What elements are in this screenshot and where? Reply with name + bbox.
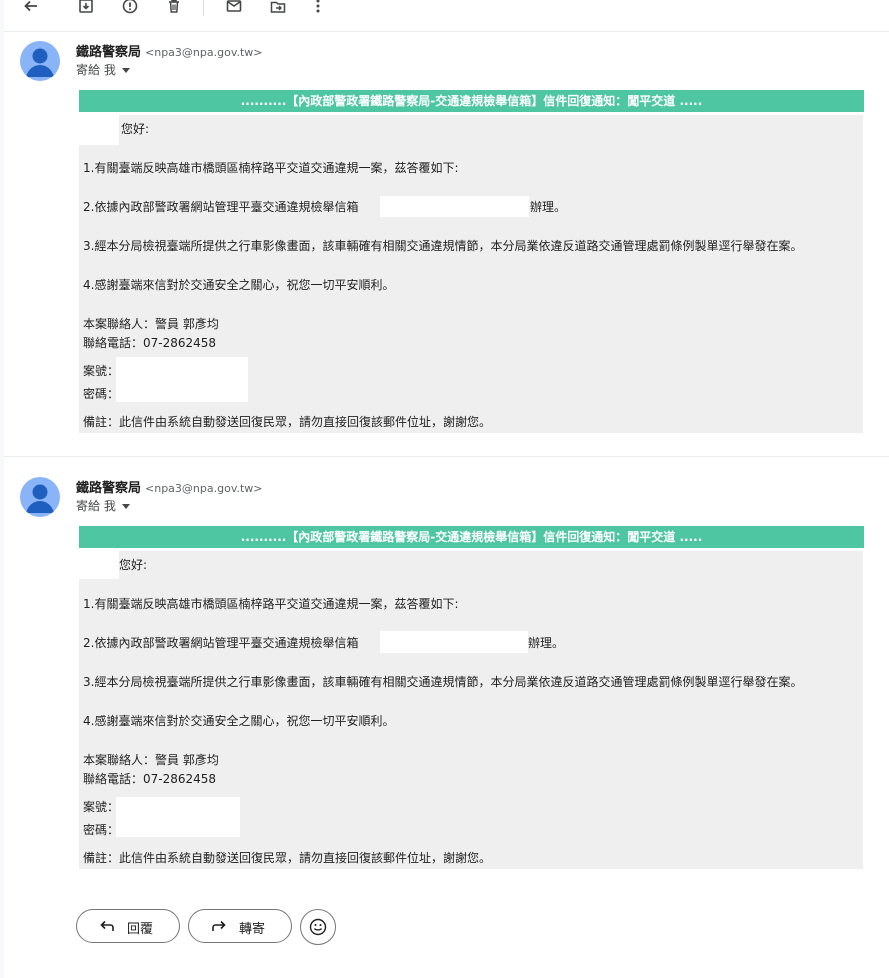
toolbar-separator [203,0,204,16]
reply-label: 回覆 [127,922,154,937]
redacted-name [79,115,119,145]
paragraph-3: 3.經本分局檢視臺端所提供之行車影像畫面，該車輛確有相關交通違規情節，本分局業依… [83,675,803,689]
paragraph-2: 2.依據內政部警政署網站管理平臺交通違規檢舉信箱 [83,636,359,650]
notice-banner: ..........【內政部警政署鐵路警察局-交通違規檢舉信箱】信件回復通知：闖… [79,526,864,548]
email-body: 您好: 1.有關臺端反映高雄市橋頭區楠梓路平交道交通違規一案，茲答覆如下: 2.… [79,551,863,869]
greeting: 您好: [121,122,150,136]
move-to-icon[interactable] [267,0,289,17]
sender-email: <npa3@npa.gov.tw> [145,46,263,59]
sender-email: <npa3@npa.gov.tw> [145,482,263,495]
redacted-case-info [116,357,248,402]
paragraph-3: 3.經本分局檢視臺端所提供之行車影像畫面，該車輛確有相關交通違規情節，本分局業依… [83,239,803,253]
sender-line: 鐵路警察局 <npa3@npa.gov.tw> [76,477,263,496]
forward-label: 轉寄 [239,922,266,937]
avatar[interactable] [20,477,60,517]
redacted-link [380,196,529,217]
archive-icon[interactable] [75,0,97,17]
case-number-label: 案號： [83,364,120,378]
recipient-line[interactable]: 寄給 我 [76,61,130,78]
mark-unread-icon[interactable] [223,0,245,17]
report-spam-icon[interactable] [119,0,141,17]
paragraph-2-end: 辦理。 [528,636,565,650]
notice-banner: ..........【內政部警政署鐵路警察局-交通違規檢舉信箱】信件回復通知：闖… [79,90,864,112]
paragraph-2: 2.依據內政部警政署網站管理平臺交通違規檢舉信箱 [83,200,359,214]
email-body: 您好: 1.有關臺端反映高雄市橋頭區楠梓路平交道交通違規一案，茲答覆如下: 2.… [79,115,863,433]
password-label: 密碼： [83,823,120,837]
paragraph-1: 1.有關臺端反映高雄市橋頭區楠梓路平交道交通違規一案，茲答覆如下: [83,597,459,611]
message-divider [4,456,889,457]
contact-phone: 聯絡電話：07-2862458 [83,336,217,350]
more-options-icon[interactable] [307,0,329,17]
contact-person: 本案聯絡人：警員 郭彥均 [83,317,219,331]
forward-button[interactable]: 轉寄 [188,909,292,943]
emoji-smile-icon [309,918,327,936]
delete-icon[interactable] [163,0,185,17]
message-toolbar [0,0,889,16]
avatar[interactable] [20,41,60,81]
footnote: 備註：此信件由系統自動發送回復民眾，請勿直接回復該郵件位址，謝謝您。 [83,415,492,429]
emoji-reaction-button[interactable] [300,909,336,945]
sender-line: 鐵路警察局 <npa3@npa.gov.tw> [76,41,263,60]
recipient-line[interactable]: 寄給 我 [76,497,130,514]
paragraph-1: 1.有關臺端反映高雄市橋頭區楠梓路平交道交通違規一案，茲答覆如下: [83,161,459,175]
recipient-label: 寄給 我 [76,63,116,77]
left-gutter [0,0,4,978]
paragraph-2-end: 辦理。 [530,200,567,214]
redacted-case-info [116,797,240,837]
footnote: 備註：此信件由系統自動發送回復民眾，請勿直接回復該郵件位址，謝謝您。 [83,851,492,865]
chevron-down-icon[interactable] [121,504,130,509]
back-arrow-icon[interactable] [20,0,42,17]
contact-person: 本案聯絡人：警員 郭彥均 [83,753,219,767]
person-icon [26,48,54,77]
password-label: 密碼： [83,387,120,401]
person-icon [26,484,54,513]
case-number-label: 案號： [83,800,120,814]
sender-name[interactable]: 鐵路警察局 [76,481,141,496]
redacted-name [79,551,119,579]
forward-arrow-icon [211,919,227,933]
contact-phone: 聯絡電話：07-2862458 [83,772,217,786]
greeting: 您好: [119,558,148,572]
reply-arrow-icon [99,919,115,933]
paragraph-4: 4.感謝臺端來信對於交通安全之關心，祝您一切平安順利。 [83,278,395,292]
reply-button[interactable]: 回覆 [76,909,180,943]
redacted-link [380,631,528,653]
recipient-label: 寄給 我 [76,499,116,513]
chevron-down-icon[interactable] [121,68,130,73]
header-divider [4,31,889,32]
paragraph-4: 4.感謝臺端來信對於交通安全之關心，祝您一切平安順利。 [83,714,395,728]
sender-name[interactable]: 鐵路警察局 [76,45,141,60]
